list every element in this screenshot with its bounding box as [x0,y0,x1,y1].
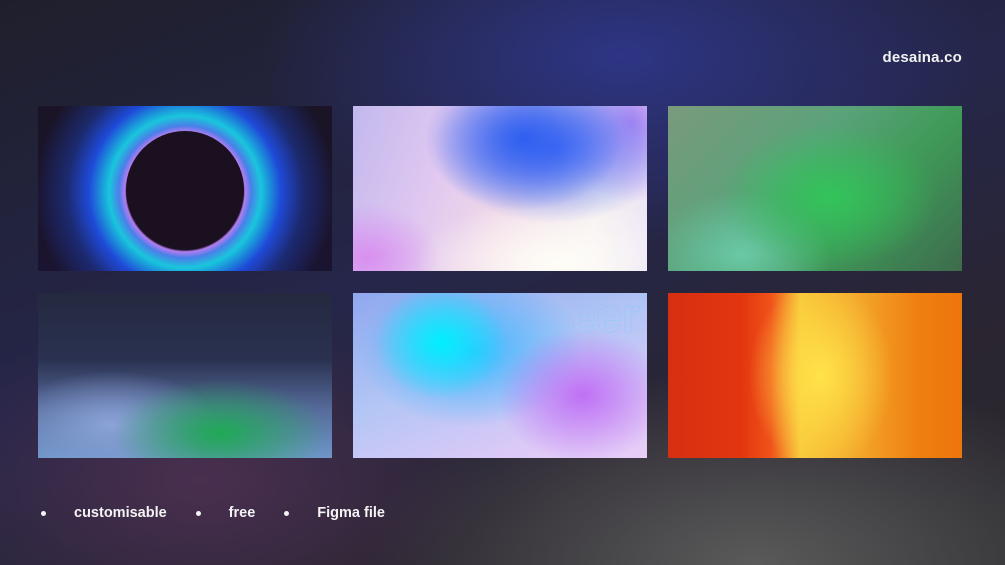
bullet-icon [195,510,201,516]
gradient-tile-eclipse [38,106,332,271]
feature-label: Figma file [317,505,385,521]
feature-label: customisable [74,505,167,521]
bullet-icon [41,510,46,516]
bullet-icon [284,510,290,516]
gradient-tile-navy-green [38,293,332,458]
feature-item: Figma file [281,505,385,521]
feature-list: customisable free Figma file [38,502,411,524]
feature-label: free [228,505,256,521]
gradient-tile-cyan-violet: seer [353,293,647,458]
feature-item: free [193,505,256,521]
eclipse-disc [126,131,244,249]
gradient-tile-orange [668,293,962,458]
feature-item: customisable [38,505,167,521]
gradient-tile-green [668,106,962,271]
gradient-tile-pastel-blue [353,106,647,271]
brand-logo-text: desaina.co [882,49,962,66]
watermark-text: seer [544,293,641,344]
